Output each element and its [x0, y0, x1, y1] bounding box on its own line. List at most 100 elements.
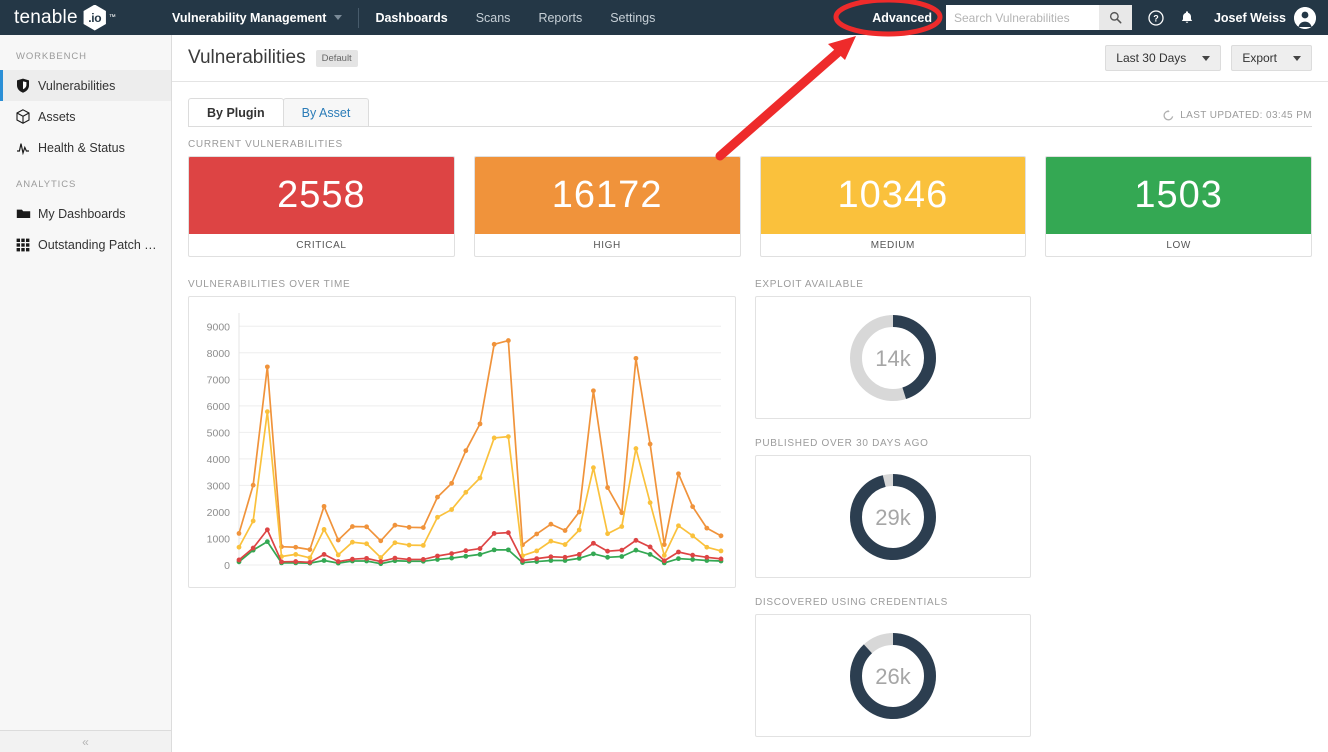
tabs-underline [188, 126, 1312, 127]
kpi-value: 2558 [189, 157, 454, 234]
brand-text: tenable .io ™ [14, 4, 116, 31]
donut-card[interactable]: 14k [755, 296, 1031, 419]
nav-items: Dashboards Scans Reports Settings [375, 11, 655, 25]
sidebar-group-workbench-label: WORKBENCH [16, 51, 87, 62]
chevron-down-icon [1202, 55, 1211, 61]
sidebar-item-outstanding-patch-tracking[interactable]: Outstanding Patch Tr… [0, 229, 171, 260]
sidebar-item-label: Assets [38, 109, 76, 124]
sidebar-item-my-dashboards[interactable]: My Dashboards [0, 198, 171, 229]
export-dropdown[interactable]: Export [1231, 45, 1312, 71]
sidebar-collapse-button[interactable]: « [0, 730, 171, 752]
kpi-card-high[interactable]: 16172 HIGH [473, 156, 741, 257]
current-vulnerabilities-label: CURRENT VULNERABILITIES [188, 139, 343, 150]
last-updated-text: LAST UPDATED: 03:45 PM [1180, 110, 1312, 121]
page-header: Vulnerabilities Default Last 30 Days Exp… [172, 35, 1328, 82]
donuts-grid: EXPLOIT AVAILABLE 14k PUBLISHED OVER 30 … [755, 279, 1312, 752]
donut-card[interactable]: 29k [755, 455, 1031, 578]
kpi-card-medium[interactable]: 10346 MEDIUM [759, 156, 1027, 257]
svg-text:14k: 14k [875, 346, 911, 371]
kpi-card-low[interactable]: 1503 LOW [1045, 156, 1312, 257]
donut-discovered-using-credentials: DISCOVERED USING CREDENTIALS 26k [755, 597, 1031, 737]
kpi-label: MEDIUM [870, 239, 915, 251]
svg-text:4000: 4000 [207, 454, 231, 466]
donut-published-over-30-days: PUBLISHED OVER 30 DAYS AGO 29k [755, 438, 1031, 578]
sidebar-item-vulnerabilities[interactable]: Vulnerabilities [0, 70, 171, 101]
donut-card[interactable]: 26k [755, 614, 1031, 737]
nav-divider [358, 7, 360, 28]
status-badge: Default [315, 49, 358, 67]
svg-text:8000: 8000 [207, 348, 231, 360]
bell-icon [1181, 11, 1193, 23]
svg-text:3000: 3000 [207, 480, 231, 492]
grid-icon [16, 238, 38, 252]
main-content: Vulnerabilities Default Last 30 Days Exp… [172, 35, 1328, 752]
donut-title: EXPLOIT AVAILABLE [755, 279, 864, 290]
svg-text:5000: 5000 [207, 427, 231, 439]
export-label: Export [1242, 51, 1277, 65]
product-switcher-label: Vulnerability Management [172, 10, 327, 25]
sidebar-item-label: Health & Status [38, 140, 125, 155]
nav-item-scans[interactable]: Scans [476, 11, 511, 25]
sidebar-item-label: My Dashboards [38, 206, 126, 221]
help-button[interactable]: ? [1148, 9, 1164, 26]
svg-text:6000: 6000 [207, 401, 231, 413]
page-header-actions: Last 30 Days Export [1105, 45, 1312, 71]
kpi-value: 16172 [474, 157, 740, 234]
notifications-button[interactable] [1180, 10, 1194, 25]
nav-item-reports[interactable]: Reports [538, 11, 582, 25]
sidebar-item-label: Outstanding Patch Tr… [38, 237, 158, 252]
kpi-row: 2558 CRITICAL 16172 HIGH 10346 MEDIUM 15… [188, 156, 1312, 257]
sidebar-item-assets[interactable]: Assets [0, 101, 171, 132]
tabs-row: By Plugin By Asset LAST UPDATED: 03:45 P… [172, 82, 1328, 127]
page-title: Vulnerabilities [188, 47, 306, 68]
shield-icon [16, 78, 38, 93]
nav-item-dashboards[interactable]: Dashboards [375, 11, 447, 25]
double-chevron-left-icon: « [82, 734, 89, 749]
tabs: By Plugin By Asset [188, 98, 370, 127]
svg-text:29k: 29k [875, 505, 911, 530]
tab-by-plugin[interactable]: By Plugin [188, 98, 284, 127]
chart-title: VULNERABILITIES OVER TIME [188, 279, 351, 290]
vulnerabilities-over-time-panel: VULNERABILITIES OVER TIME 0 1000 2000 3000 4… [188, 279, 736, 752]
product-switcher[interactable]: Vulnerability Management [172, 10, 343, 25]
date-range-label: Last 30 Days [1116, 51, 1187, 65]
app-root: tenable .io ™ Vulnerability Management D… [0, 0, 1328, 752]
donut-exploit-available: EXPLOIT AVAILABLE 14k [755, 279, 1031, 419]
search-button[interactable] [1098, 5, 1132, 30]
brand-name: tenable [14, 6, 78, 28]
donut-chart: 26k [850, 632, 936, 719]
svg-text:2000: 2000 [207, 507, 231, 519]
svg-text:7000: 7000 [207, 374, 231, 386]
svg-text:0: 0 [224, 560, 230, 572]
user-icon [1294, 6, 1316, 29]
refresh-icon [1163, 110, 1174, 121]
search-box [945, 5, 1132, 30]
kpi-value: 10346 [760, 157, 1026, 234]
date-range-dropdown[interactable]: Last 30 Days [1105, 45, 1222, 71]
donut-chart: 29k [850, 473, 936, 560]
avatar[interactable] [1294, 6, 1316, 29]
donut-title: PUBLISHED OVER 30 DAYS AGO [755, 438, 929, 449]
vulnerabilities-over-time-chart: 0 1000 2000 3000 4000 5000 6000 7000 8000 9000 [207, 313, 724, 572]
chevron-down-icon [1293, 55, 1301, 61]
kpi-card-critical[interactable]: 2558 CRITICAL [188, 156, 455, 257]
cube-icon [16, 109, 38, 124]
pulse-icon [16, 140, 38, 155]
sidebar-item-health-status[interactable]: Health & Status [0, 132, 171, 163]
nav-item-settings[interactable]: Settings [610, 11, 655, 25]
dashboard-content: CURRENT VULNERABILITIES 2558 CRITICAL 16… [172, 127, 1328, 752]
svg-text:9000: 9000 [207, 321, 231, 333]
user-name[interactable]: Josef Weiss [1214, 11, 1286, 25]
line-chart-card[interactable]: 0 1000 2000 3000 4000 5000 6000 7000 8000 9000 [188, 296, 736, 588]
charts-row: VULNERABILITIES OVER TIME 0 1000 2000 3000 4… [188, 279, 1312, 752]
kpi-label: HIGH [593, 239, 621, 251]
brand-logo[interactable]: tenable .io ™ [0, 4, 172, 31]
advanced-button[interactable]: Advanced [872, 11, 932, 25]
nav-right-cluster: Advanced ? [872, 5, 1328, 30]
svg-text:26k: 26k [875, 664, 911, 689]
brand-trademark: ™ [108, 14, 116, 21]
folder-icon [16, 207, 38, 220]
tab-by-asset[interactable]: By Asset [282, 98, 370, 127]
svg-text:?: ? [1153, 13, 1159, 23]
search-input[interactable] [945, 5, 1099, 30]
